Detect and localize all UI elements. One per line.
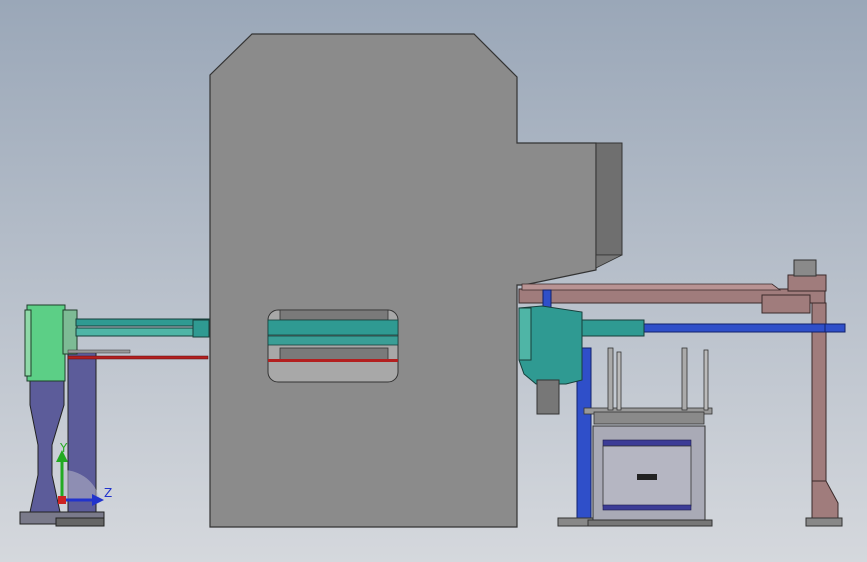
gantry-top-rail	[521, 283, 782, 291]
triad-x-axis	[58, 496, 66, 504]
left-gearbox-cap	[24, 309, 32, 377]
gripper-plate	[518, 307, 532, 361]
gantry-motor-body	[787, 274, 827, 292]
left-arm-bracket	[192, 319, 210, 338]
upper-die-plate	[267, 319, 399, 336]
left-gearbox-flange	[62, 309, 78, 355]
triad-y-label: Y	[59, 441, 68, 455]
gripper-actuator	[536, 379, 560, 415]
cad-viewport[interactable]: Y Z	[0, 0, 867, 562]
cabinet-base	[587, 519, 713, 527]
blue-beam-bracket	[824, 323, 846, 333]
lower-die-plate	[267, 335, 399, 346]
gantry-motor-head	[793, 259, 817, 277]
left-arm-lower	[75, 327, 211, 337]
lower-die	[279, 347, 389, 361]
left-gearbox	[26, 304, 66, 382]
cad-assembly-drawing: Y Z	[0, 0, 867, 562]
upper-die	[279, 309, 389, 321]
left-feed-rail	[67, 355, 209, 360]
left-feed-rail-top	[67, 349, 131, 354]
drawer-handle[interactable]	[637, 474, 657, 480]
press-ram-block	[595, 142, 623, 256]
left-base-foot	[55, 517, 105, 527]
press-bed-rail	[268, 359, 398, 362]
cabinet-top-band	[602, 439, 692, 447]
left-arm-upper	[75, 318, 211, 327]
triad-z-label: Z	[104, 486, 112, 500]
cabinet-bottom-band	[602, 504, 692, 511]
gantry-carriage	[761, 294, 811, 314]
gripper-arm	[581, 319, 645, 337]
gantry-base-plate	[805, 517, 843, 527]
